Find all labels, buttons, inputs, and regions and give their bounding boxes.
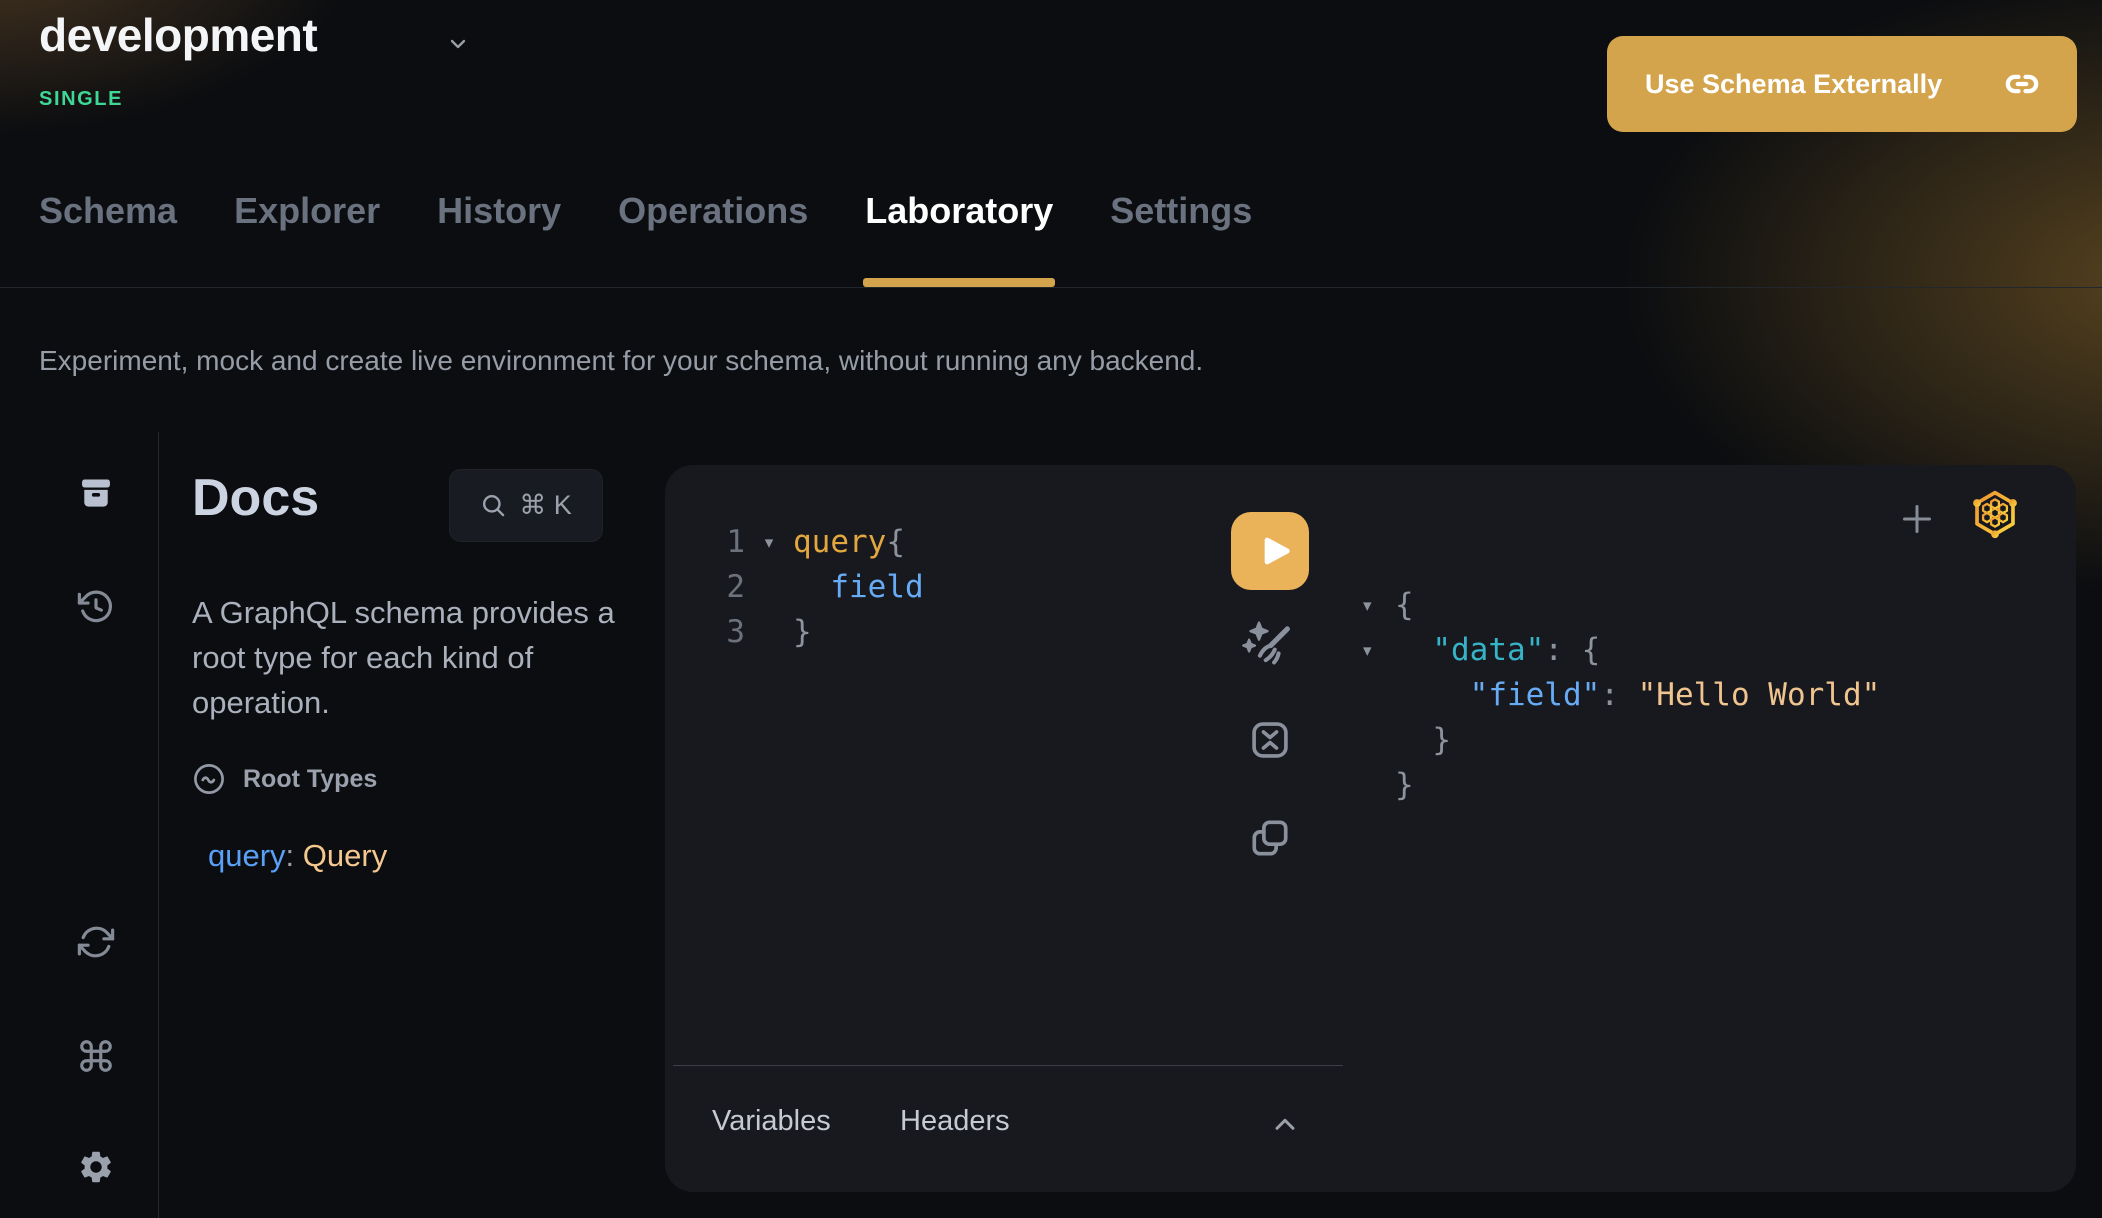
code-token: { — [886, 520, 905, 565]
editor-line: 1▾query{ — [709, 520, 924, 565]
footer-divider — [673, 1065, 1343, 1066]
docs-panel-title: Docs — [192, 468, 319, 528]
response-line: ▾{ — [1363, 583, 1880, 628]
response-line: ▾ "data": { — [1363, 628, 1880, 673]
editor-line: 2 field — [709, 565, 924, 610]
response-line: } — [1363, 718, 1880, 763]
code-token: query — [793, 520, 886, 565]
page-subtitle: Experiment, mock and create live environ… — [39, 345, 1203, 377]
graphiql-panel: 1▾query{2 field3} ▾{▾ "data": { "field":… — [665, 465, 2076, 1192]
code-token: "field" — [1470, 673, 1601, 718]
editor-settings-button[interactable] — [72, 1143, 120, 1191]
use-schema-externally-button[interactable]: Use Schema Externally — [1607, 36, 2077, 132]
execute-query-button[interactable] — [1231, 512, 1309, 590]
play-icon — [1253, 531, 1293, 571]
hive-logo-icon — [1969, 487, 2021, 543]
code-token: } — [793, 610, 812, 655]
response-viewer: ▾{▾ "data": { "field": "Hello World" }} — [1363, 583, 1880, 808]
root-types-label: Root Types — [243, 765, 377, 794]
code-token: } — [1395, 718, 1451, 763]
search-shortcut-label: ⌘ K — [519, 490, 572, 521]
root-type-separator: : — [286, 838, 303, 873]
code-token: : — [1544, 628, 1581, 673]
tabbar-divider — [0, 287, 2102, 288]
response-line: "field": "Hello World" — [1363, 673, 1880, 718]
docs-description: A GraphQL schema provides a root type fo… — [192, 590, 622, 725]
tab-schema[interactable]: Schema — [39, 190, 177, 287]
gear-icon — [77, 1148, 115, 1186]
headers-tab[interactable]: Headers — [900, 1105, 1010, 1138]
docs-panel-button[interactable] — [72, 469, 120, 517]
tilde-circle-icon — [192, 762, 226, 796]
merge-icon — [1247, 717, 1293, 763]
prettify-broom-icon — [1241, 619, 1295, 673]
line-number: 3 — [709, 610, 745, 655]
root-type-type-link[interactable]: Query — [303, 838, 387, 873]
code-token: field — [793, 565, 924, 610]
laboratory-page: development SINGLE Use Schema Externally… — [0, 0, 2102, 1218]
response-line: } — [1363, 763, 1880, 808]
line-number: 1 — [709, 520, 745, 565]
plus-icon — [1897, 499, 1937, 539]
root-type-name: query — [208, 838, 286, 873]
docs-search-button[interactable]: ⌘ K — [449, 469, 603, 542]
tab-settings[interactable]: Settings — [1110, 190, 1252, 287]
rail-divider — [158, 432, 159, 1218]
project-switcher-chevron-icon[interactable] — [446, 32, 470, 56]
link-icon — [2005, 67, 2039, 101]
merge-fragments-button[interactable] — [1247, 717, 1293, 763]
page-tabs: Schema Explorer History Operations Labor… — [39, 190, 1252, 287]
history-clock-icon — [77, 588, 115, 626]
query-editor[interactable]: 1▾query{2 field3} — [709, 520, 924, 655]
refresh-icon — [77, 923, 115, 961]
add-tab-button[interactable] — [1897, 499, 1937, 539]
target-mode-badge: SINGLE — [39, 88, 123, 111]
code-token: : — [1600, 673, 1637, 718]
history-panel-button[interactable] — [72, 583, 120, 631]
tab-operations[interactable]: Operations — [618, 190, 808, 287]
project-title: development — [39, 8, 317, 62]
code-token: "data" — [1432, 628, 1544, 673]
copy-query-button[interactable] — [1247, 815, 1293, 861]
code-token: } — [1395, 763, 1414, 808]
search-icon — [480, 492, 507, 519]
variables-tab[interactable]: Variables — [712, 1105, 831, 1138]
command-icon — [77, 1037, 115, 1075]
tab-explorer[interactable]: Explorer — [234, 190, 380, 287]
fold-toggle-icon[interactable]: ▾ — [745, 520, 793, 565]
code-token — [1395, 628, 1432, 673]
code-token — [1395, 673, 1470, 718]
line-number: 2 — [709, 565, 745, 610]
root-type-query-link[interactable]: query: Query — [208, 838, 387, 874]
fold-toggle-icon[interactable]: ▾ — [1363, 628, 1395, 673]
root-types-section: Root Types — [192, 762, 377, 796]
code-token: { — [1395, 583, 1414, 628]
reload-schema-button[interactable] — [72, 918, 120, 966]
code-token: "Hello World" — [1638, 673, 1881, 718]
collapse-footer-chevron-icon[interactable] — [1269, 1109, 1301, 1141]
keyboard-shortcuts-button[interactable] — [72, 1032, 120, 1080]
copy-icon — [1247, 815, 1293, 861]
tab-history[interactable]: History — [437, 190, 561, 287]
prettify-query-button[interactable] — [1241, 619, 1295, 673]
use-schema-externally-label: Use Schema Externally — [1645, 69, 1942, 100]
code-token: { — [1582, 628, 1601, 673]
tab-laboratory[interactable]: Laboratory — [865, 190, 1053, 287]
fold-toggle-icon[interactable]: ▾ — [1363, 583, 1395, 628]
editor-line: 3} — [709, 610, 924, 655]
docs-archive-icon — [77, 474, 115, 512]
